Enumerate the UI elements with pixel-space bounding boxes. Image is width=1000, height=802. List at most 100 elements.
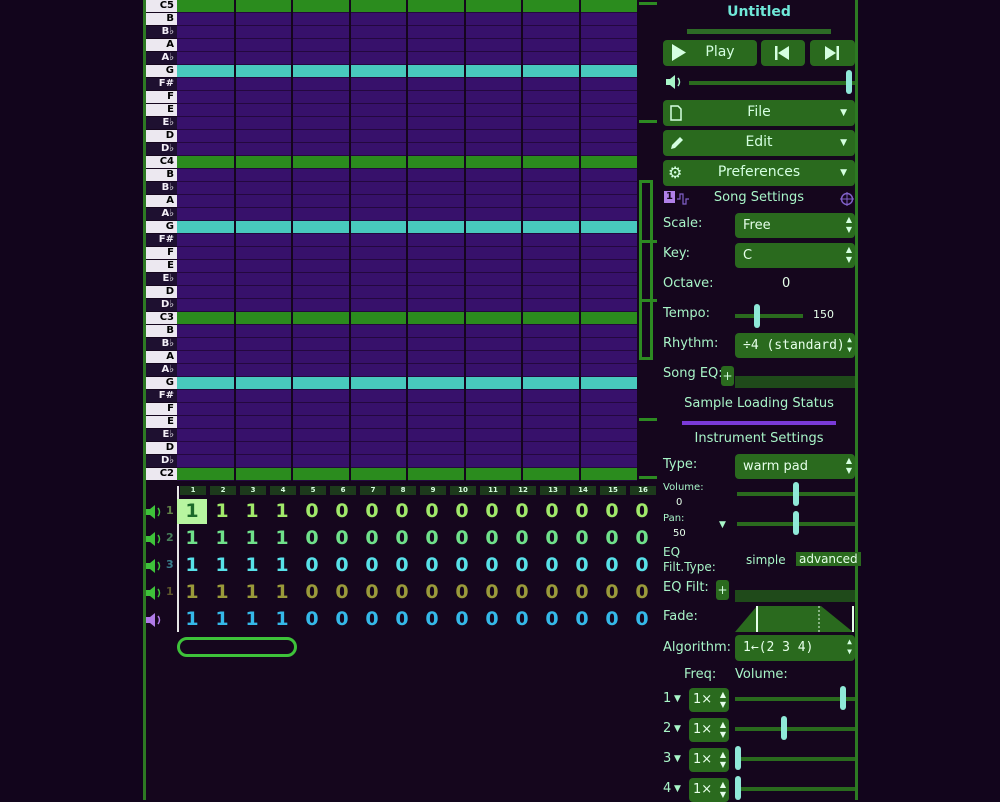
tempo-slider[interactable] bbox=[753, 304, 760, 328]
pattern-cell[interactable]: 0 bbox=[537, 607, 567, 632]
piano-key[interactable]: B♭ bbox=[146, 182, 177, 195]
pattern-cell[interactable]: 0 bbox=[567, 607, 597, 632]
tempo-track[interactable] bbox=[735, 314, 803, 318]
pattern-cell[interactable]: 1 bbox=[237, 580, 267, 605]
piano-key[interactable]: D♭ bbox=[146, 455, 177, 468]
play-button[interactable]: Play bbox=[663, 40, 757, 66]
pattern-cell[interactable]: 0 bbox=[387, 499, 417, 524]
instrument-type-select[interactable]: warm pad ▲ ▼ bbox=[735, 454, 855, 479]
pattern-cell[interactable]: 1 bbox=[237, 553, 267, 578]
pattern-cell[interactable]: 0 bbox=[507, 580, 537, 605]
operator-dropdown-icon[interactable]: ▼ bbox=[674, 784, 681, 794]
pattern-cell[interactable]: 1 bbox=[237, 526, 267, 551]
fade-envelope[interactable] bbox=[735, 604, 855, 632]
pattern-cell[interactable]: 0 bbox=[417, 526, 447, 551]
pattern-cell[interactable]: 0 bbox=[447, 553, 477, 578]
next-bar-button[interactable] bbox=[810, 40, 855, 66]
bar-number[interactable]: 1 bbox=[180, 486, 206, 495]
bar-number[interactable]: 7 bbox=[360, 486, 386, 495]
piano-key[interactable]: D♭ bbox=[146, 299, 177, 312]
pattern-cell[interactable]: 0 bbox=[447, 607, 477, 632]
piano-key[interactable]: B bbox=[146, 325, 177, 338]
pattern-cell[interactable]: 0 bbox=[417, 607, 447, 632]
piano-key[interactable]: D♭ bbox=[146, 143, 177, 156]
pattern-cell[interactable]: 0 bbox=[567, 553, 597, 578]
master-volume-track[interactable] bbox=[689, 81, 855, 85]
pattern-cell[interactable]: 0 bbox=[327, 526, 357, 551]
pattern-cell[interactable]: 0 bbox=[327, 553, 357, 578]
pattern-cell[interactable]: 0 bbox=[357, 553, 387, 578]
eq-filter-display[interactable] bbox=[735, 590, 855, 602]
pattern-cell[interactable]: 1 bbox=[177, 607, 207, 632]
bar-number[interactable]: 5 bbox=[300, 486, 326, 495]
piano-key[interactable]: F bbox=[146, 403, 177, 416]
pattern-cell[interactable]: 0 bbox=[447, 526, 477, 551]
bar-number[interactable]: 4 bbox=[270, 486, 296, 495]
pattern-cell[interactable]: 0 bbox=[627, 526, 657, 551]
song-eq-add-button[interactable]: + bbox=[721, 366, 734, 386]
pattern-cell[interactable]: 0 bbox=[327, 499, 357, 524]
pattern-cell[interactable]: 0 bbox=[297, 607, 327, 632]
pattern-cell[interactable]: 0 bbox=[357, 607, 387, 632]
piano-key[interactable]: F# bbox=[146, 234, 177, 247]
crosshair-icon[interactable] bbox=[840, 191, 854, 210]
pattern-cell[interactable]: 1 bbox=[177, 580, 207, 605]
pattern-cell[interactable]: 0 bbox=[627, 580, 657, 605]
operator-volume-track[interactable] bbox=[735, 787, 855, 791]
scale-select[interactable]: Free ▲ ▼ bbox=[735, 213, 855, 238]
piano-key[interactable]: D bbox=[146, 442, 177, 455]
piano-key[interactable]: E bbox=[146, 416, 177, 429]
pattern-cell[interactable]: 0 bbox=[567, 499, 597, 524]
note-grid[interactable] bbox=[177, 0, 637, 481]
pattern-cell[interactable]: 1 bbox=[267, 553, 297, 578]
piano-key[interactable]: F bbox=[146, 91, 177, 104]
pattern-cell[interactable]: 1 bbox=[177, 526, 207, 551]
pattern-cell[interactable]: 0 bbox=[597, 526, 627, 551]
pattern-cell[interactable]: 1 bbox=[207, 526, 237, 551]
pattern-cell[interactable]: 0 bbox=[357, 499, 387, 524]
operator-freq-select[interactable]: 1× ▲ ▼ bbox=[689, 748, 729, 772]
operator-volume-track[interactable] bbox=[735, 727, 855, 731]
song-eq-display[interactable] bbox=[735, 376, 855, 388]
pattern-cell[interactable]: 0 bbox=[327, 580, 357, 605]
pattern-cell[interactable]: 0 bbox=[507, 553, 537, 578]
bar-number[interactable]: 11 bbox=[480, 486, 506, 495]
pattern-cell[interactable]: 0 bbox=[387, 526, 417, 551]
piano-key[interactable]: G bbox=[146, 221, 177, 234]
pattern-cell[interactable]: 0 bbox=[627, 499, 657, 524]
piano-key[interactable]: F bbox=[146, 247, 177, 260]
pattern-cell[interactable]: 0 bbox=[627, 607, 657, 632]
channel-mute-icon[interactable] bbox=[146, 612, 164, 628]
pattern-cell[interactable]: 0 bbox=[297, 526, 327, 551]
channel-mute-icon[interactable] bbox=[146, 585, 164, 601]
piano-key[interactable]: B♭ bbox=[146, 338, 177, 351]
pattern-cell[interactable]: 0 bbox=[507, 607, 537, 632]
operator-freq-select[interactable]: 1× ▲ ▼ bbox=[689, 718, 729, 742]
pattern-cell[interactable]: 1 bbox=[207, 553, 237, 578]
pattern-cell[interactable]: 0 bbox=[447, 499, 477, 524]
operator-volume-slider[interactable] bbox=[735, 776, 741, 800]
operator-dropdown-icon[interactable]: ▼ bbox=[674, 754, 681, 764]
pattern-cell[interactable]: 1 bbox=[267, 499, 297, 524]
piano-key[interactable]: F# bbox=[146, 390, 177, 403]
pattern-cell[interactable]: 0 bbox=[537, 580, 567, 605]
operator-dropdown-icon[interactable]: ▼ bbox=[674, 694, 681, 704]
piano-key[interactable]: A♭ bbox=[146, 208, 177, 221]
rhythm-select[interactable]: ÷4 (standard) ▲ ▼ bbox=[735, 333, 855, 358]
piano-key[interactable]: A bbox=[146, 39, 177, 52]
piano-key[interactable]: C3 bbox=[146, 312, 177, 325]
operator-freq-select[interactable]: 1× ▲ ▼ bbox=[689, 688, 729, 712]
filter-simple-option[interactable]: simple bbox=[746, 553, 786, 567]
pattern-cell[interactable]: 0 bbox=[597, 607, 627, 632]
pattern-cell[interactable]: 0 bbox=[387, 607, 417, 632]
algorithm-select[interactable]: 1←(2 3 4) ▲ ▼ bbox=[735, 635, 855, 661]
pattern-cell[interactable]: 0 bbox=[327, 607, 357, 632]
pattern-cell[interactable]: 0 bbox=[597, 580, 627, 605]
eq-filter-add-button[interactable]: + bbox=[716, 580, 729, 600]
pattern-cell[interactable]: 0 bbox=[387, 580, 417, 605]
piano-key[interactable]: E bbox=[146, 260, 177, 273]
pattern-cell[interactable]: 0 bbox=[297, 499, 327, 524]
key-select[interactable]: C ▲ ▼ bbox=[735, 243, 855, 268]
pattern-cell[interactable]: 0 bbox=[297, 553, 327, 578]
pan-slider[interactable] bbox=[793, 511, 799, 535]
